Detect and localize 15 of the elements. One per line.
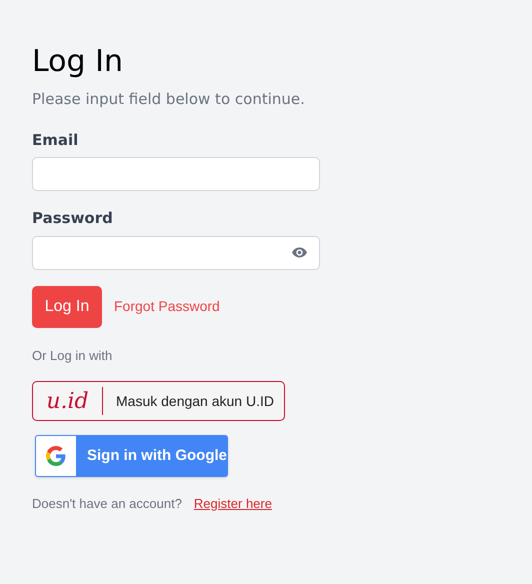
uid-logo: u.id <box>45 388 90 416</box>
field-label: Email <box>32 130 78 150</box>
google-signin-button[interactable]: Sign in with Google <box>35 435 228 477</box>
alt-login-label: Or Log in with <box>32 346 112 365</box>
field-label: Password <box>32 208 113 229</box>
forgot-password-link[interactable]: Forgot Password <box>114 296 220 317</box>
page-title: Log In <box>32 44 123 80</box>
login-button[interactable]: Log In <box>32 286 102 328</box>
account-prompt: Doesn't have an account? <box>32 495 182 513</box>
register-link[interactable]: Register here <box>194 494 272 514</box>
uid-login-button[interactable]: u.id Masuk dengan akun U.ID <box>32 381 285 421</box>
google-icon <box>46 446 66 466</box>
email-field[interactable] <box>32 157 320 191</box>
subtitle: Please input field below to continue. <box>32 89 305 110</box>
password-field[interactable] <box>32 236 320 270</box>
